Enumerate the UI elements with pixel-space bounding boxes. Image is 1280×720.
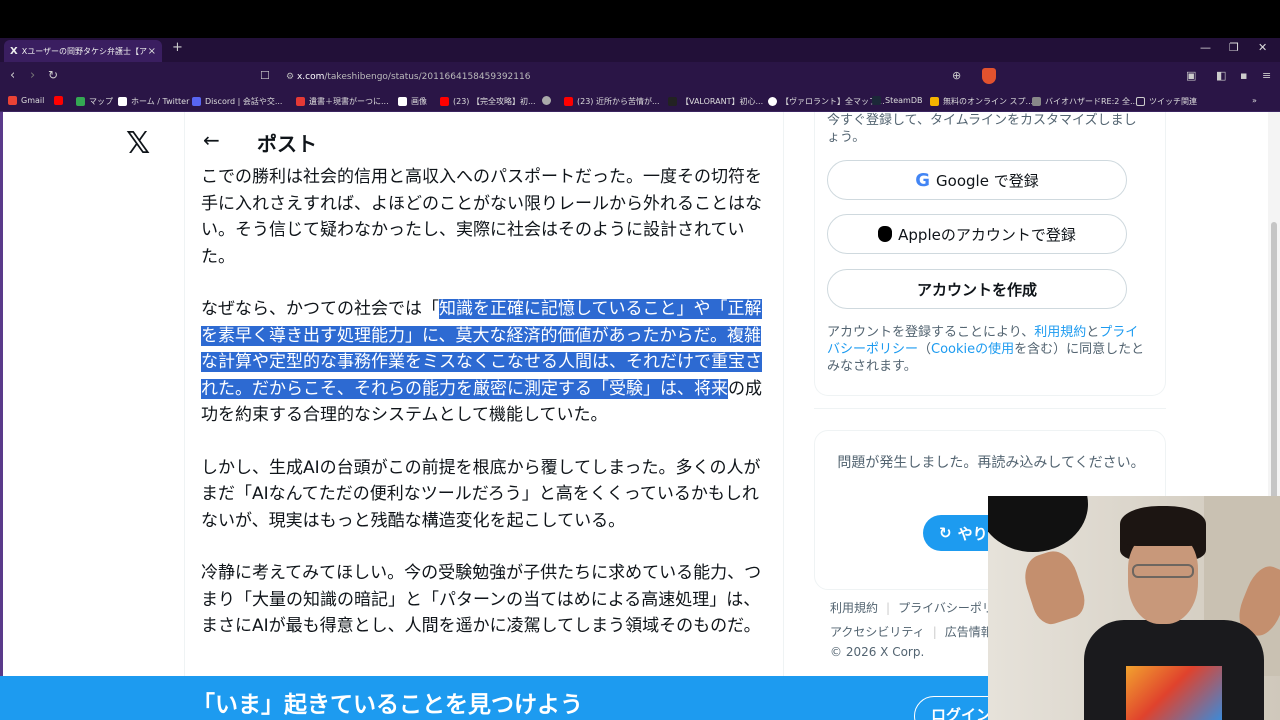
bookmark-favicon-icon <box>296 97 305 106</box>
reload-icon[interactable]: ↻ <box>48 68 58 82</box>
post-column: ← ポスト こでの勝利は社会的信用と高収入へのパスポートだった。一度その切符を手… <box>184 112 784 720</box>
screenshot-icon[interactable]: ▣ <box>1186 69 1196 82</box>
x-icon <box>118 97 127 106</box>
bookmarks-bar: Gmail マップ ホーム / Twitter Discord | 会話や交..… <box>0 92 1280 112</box>
bookmark-item[interactable]: SteamDB <box>872 96 922 105</box>
game-icon <box>1032 97 1041 106</box>
bookmark-item[interactable]: (23) 【完全攻略】初... <box>440 96 536 107</box>
page-title: ポスト <box>257 132 317 156</box>
refresh-icon: ↻ <box>939 524 952 542</box>
bookmark-favicon-icon <box>768 97 777 106</box>
brave-shield-icon[interactable] <box>982 68 996 84</box>
terms-link[interactable]: 利用規約 <box>1034 325 1086 340</box>
shirt-print <box>1126 666 1222 720</box>
bookmark-item[interactable]: 画像 <box>398 96 427 107</box>
menu-icon[interactable]: ≡ <box>1262 69 1271 82</box>
valorant-icon <box>668 97 677 106</box>
bookmark-item[interactable]: 遺書＋現書がーつに... <box>296 96 389 107</box>
footer-terms-link[interactable]: 利用規約 <box>830 601 878 615</box>
left-edge <box>0 112 3 720</box>
back-nav-icon[interactable]: ‹ <box>10 68 15 83</box>
window-close-icon[interactable]: ✕ <box>1258 41 1267 54</box>
youtube-icon <box>440 97 449 106</box>
post-paragraph: しかし、生成AIの台頭がこの前提を根底から覆してしまった。多くの人がまだ「AIな… <box>201 457 761 531</box>
bookmark-icon[interactable]: ☐ <box>260 69 270 82</box>
x-favicon-icon: X <box>10 45 18 57</box>
maps-icon <box>76 97 85 106</box>
url-path: /takeshibengo/status/2011664158459392116 <box>324 72 531 82</box>
maximize-icon[interactable]: ❐ <box>1229 41 1239 54</box>
more-bookmarks-icon[interactable]: » <box>1252 96 1257 105</box>
post-paragraph: 冷静に考えてみてほしい。今の受験勉強が子供たちに求めている能力、つまり「大量の知… <box>201 563 762 636</box>
bookmark-folder[interactable]: ツイッチ関連 <box>1136 96 1197 107</box>
os-top-bar <box>0 0 1280 38</box>
signup-card: 今すぐ登録して、タイムラインをカスタマイズしましょう。 G Google で登録… <box>814 112 1166 396</box>
post-body: こでの勝利は社会的信用と高収入へのパスポートだった。一度その切符を手に入れさえす… <box>201 164 771 666</box>
sidebar-icon[interactable]: ◧ <box>1216 69 1226 82</box>
scrollbar-thumb[interactable] <box>1271 222 1277 502</box>
footer-ads-link[interactable]: 広告情報 <box>945 625 993 639</box>
post-paragraph: なぜなら、かつての社会では「知識を正確に記憶していること」や「正解を素早く導き出… <box>201 299 762 425</box>
signup-legal-text: アカウントを登録することにより、利用規約とプライバシーポリシー（Cookieの使… <box>827 325 1145 374</box>
create-account-button[interactable]: アカウントを作成 <box>827 269 1127 309</box>
bookmark-item[interactable]: (23) 近所から苦情が... <box>564 96 660 107</box>
bookmark-item[interactable] <box>542 96 555 105</box>
bookmark-item[interactable]: Discord | 会話や交... <box>192 96 282 107</box>
google-signup-button[interactable]: G Google で登録 <box>827 160 1127 200</box>
url-host: x.com <box>296 72 325 82</box>
footer-accessibility-link[interactable]: アクセシビリティ <box>830 625 925 639</box>
google-icon: G <box>915 169 931 191</box>
bookmark-item[interactable] <box>54 96 67 105</box>
footer-privacy-link[interactable]: プライバシーポリ <box>898 601 994 615</box>
back-arrow-icon[interactable]: ← <box>203 128 220 152</box>
streamer-hair <box>1120 506 1206 546</box>
new-tab-button[interactable]: + <box>172 40 183 55</box>
bookmark-item[interactable]: 無料のオンライン スプ... <box>930 96 1033 107</box>
post-paragraph: こでの勝利は社会的信用と高収入へのパスポートだった。一度その切符を手に入れさえす… <box>201 167 762 267</box>
folder-icon <box>1136 97 1145 106</box>
tab-close-icon[interactable]: × <box>148 46 156 57</box>
post-header: ← ポスト <box>185 124 783 162</box>
youtube-icon <box>54 96 63 105</box>
site-info-icon[interactable]: ⚙ <box>286 72 297 82</box>
signup-intro: 今すぐ登録して、タイムラインをカスタマイズしましょう。 <box>827 113 1137 145</box>
wallet-icon[interactable]: ▪ <box>1240 69 1247 82</box>
x-icon <box>398 97 407 106</box>
address-bar[interactable]: ⚙ x.com/takeshibengo/status/201166415845… <box>286 67 1006 87</box>
bookmark-item[interactable]: ホーム / Twitter <box>118 96 189 107</box>
tab-strip: X Xユーザーの岡野タケシ弁護士【アトム × + — ❐ ✕ <box>0 38 1280 62</box>
apple-signup-button[interactable]: Appleのアカウントで登録 <box>827 214 1127 254</box>
webcam-overlay <box>988 496 1280 720</box>
browser-tab[interactable]: X Xユーザーの岡野タケシ弁護士【アトム × <box>4 40 162 62</box>
minimize-icon[interactable]: — <box>1200 41 1211 54</box>
steamdb-icon <box>872 96 881 105</box>
banner-text: 「いま」起きていることを見つけよう <box>192 692 583 718</box>
discord-icon <box>192 97 201 106</box>
x-logo-icon[interactable]: 𝕏 <box>126 126 150 161</box>
bookmark-item[interactable]: 【ヴァロラント】全マップ... <box>768 96 885 107</box>
error-message: 問題が発生しました。再読み込みしてください。 <box>837 455 1145 471</box>
forward-nav-icon[interactable]: › <box>30 68 35 83</box>
apple-icon <box>878 226 893 242</box>
glasses <box>1132 564 1194 578</box>
navigation-bar: ‹ › ↻ ☐ ⚙ x.com/takeshibengo/status/2011… <box>0 62 1280 92</box>
bookmark-item[interactable]: バイオハザードRE:2 全... <box>1032 96 1138 107</box>
zoom-icon[interactable]: ⊕ <box>952 69 961 82</box>
cookie-link[interactable]: Cookieの使用 <box>931 342 1014 357</box>
bookmark-item[interactable]: マップ <box>76 96 113 107</box>
youtube-icon <box>564 97 573 106</box>
sidebar-divider <box>814 408 1166 409</box>
globe-icon <box>542 96 551 105</box>
bookmark-item[interactable]: 【VALORANT】初心... <box>668 96 763 107</box>
bookmark-item[interactable]: Gmail <box>8 96 44 105</box>
grid-icon <box>930 97 939 106</box>
tab-title: Xユーザーの岡野タケシ弁護士【アトム <box>21 46 148 56</box>
gmail-icon <box>8 96 17 105</box>
